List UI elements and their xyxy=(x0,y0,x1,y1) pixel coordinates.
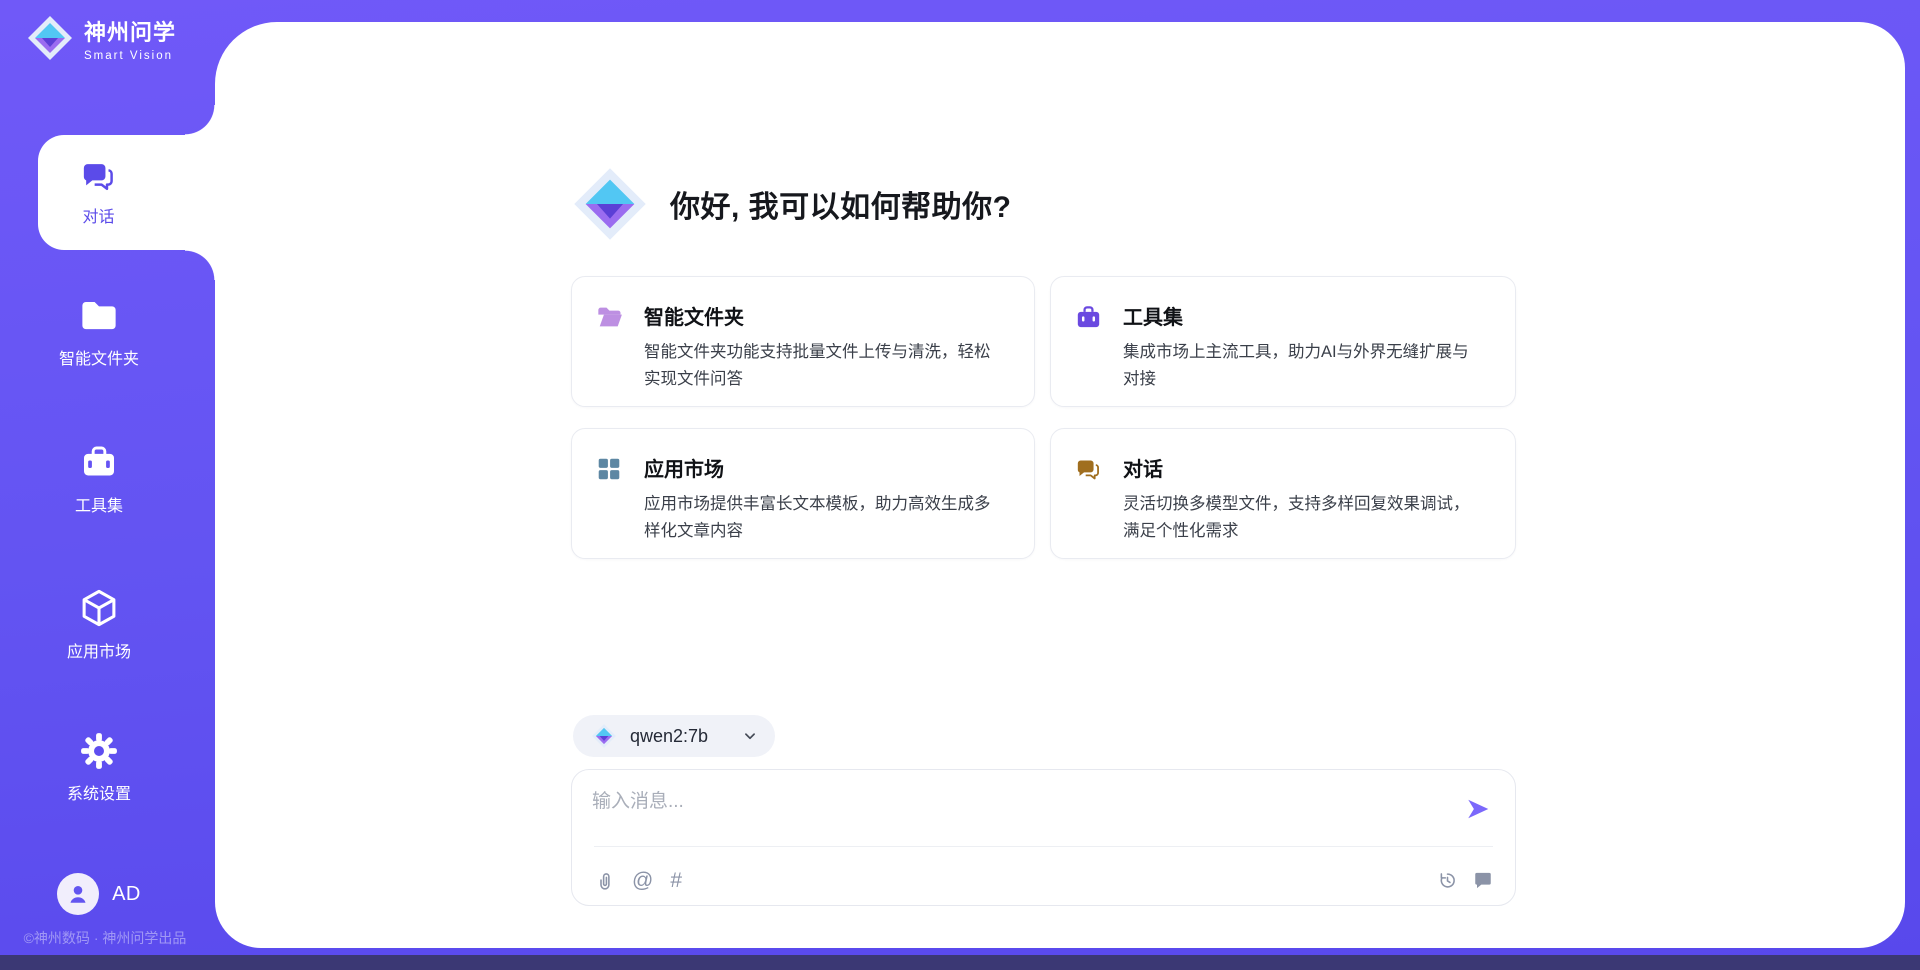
toolbar-left: @ # xyxy=(594,870,682,891)
brand-text: 神州问学 Smart Vision xyxy=(84,15,176,62)
user-profile[interactable]: AD xyxy=(0,872,198,916)
tab-curve-bottom xyxy=(185,250,215,280)
greeting: 你好, 我可以如何帮助你? xyxy=(571,165,1516,243)
card-chat[interactable]: 对话 灵活切换多模型文件，支持多样回复效果调试，满足个性化需求 xyxy=(1050,428,1516,559)
user-name: AD xyxy=(112,883,141,906)
card-title: 对话 xyxy=(1123,453,1485,482)
conversations-button[interactable] xyxy=(1473,870,1493,890)
sidebar-item-label: 工具集 xyxy=(0,492,198,516)
message-input[interactable] xyxy=(592,786,1432,836)
chat-icon xyxy=(1075,456,1102,483)
tab-curve-top xyxy=(185,105,215,135)
card-description: 应用市场提供丰富长文本模板，助力高效生成多样化文章内容 xyxy=(644,491,1004,544)
attach-button[interactable] xyxy=(594,870,615,891)
sidebar-item-label: 系统设置 xyxy=(0,780,198,804)
model-selector[interactable]: qwen2:7b xyxy=(573,715,775,757)
logo-diamond-icon xyxy=(571,165,649,243)
history-button[interactable] xyxy=(1437,870,1458,891)
cube-icon xyxy=(78,587,120,629)
sidebar-item-label: 对话 xyxy=(82,203,114,227)
folder-icon xyxy=(78,296,120,336)
send-icon xyxy=(1465,796,1491,822)
main-content: 你好, 我可以如何帮助你? 智能文件夹 智能文件夹功能支持批量文件上传与清洗，轻… xyxy=(571,165,1516,906)
paperclip-icon xyxy=(594,870,615,891)
toolbar-right xyxy=(1437,870,1493,891)
chat-bubble-icon xyxy=(1473,870,1493,890)
message-input-box: @ # xyxy=(571,769,1516,906)
model-name: qwen2:7b xyxy=(630,726,708,747)
brand-logo-diamond-icon xyxy=(26,14,74,62)
sidebar-item-chat[interactable]: 对话 xyxy=(38,135,215,250)
folder-open-icon xyxy=(596,304,624,330)
card-smart-folder[interactable]: 智能文件夹 智能文件夹功能支持批量文件上传与清洗，轻松实现文件问答 xyxy=(571,276,1035,407)
card-description: 集成市场上主流工具，助力AI与外界无缝扩展与对接 xyxy=(1123,339,1485,392)
footer-credit: ©神州数码 · 神州问学出品 xyxy=(0,928,210,948)
greeting-title: 你好, 我可以如何帮助你? xyxy=(670,182,1012,226)
chevron-down-icon xyxy=(741,727,759,745)
card-title: 工具集 xyxy=(1123,301,1485,330)
sidebar-item-settings[interactable]: 系统设置 xyxy=(0,731,198,804)
briefcase-icon xyxy=(79,443,119,483)
topic-button[interactable]: # xyxy=(670,870,682,891)
briefcase-icon xyxy=(1075,304,1102,331)
main-panel: 你好, 我可以如何帮助你? 智能文件夹 智能文件夹功能支持批量文件上传与清洗，轻… xyxy=(215,22,1905,948)
chat-icon xyxy=(80,158,117,195)
brand-name: 神州问学 xyxy=(84,15,176,47)
feature-cards: 智能文件夹 智能文件夹功能支持批量文件上传与清洗，轻松实现文件问答 工具集 集成… xyxy=(571,276,1516,559)
card-app-market[interactable]: 应用市场 应用市场提供丰富长文本模板，助力高效生成多样化文章内容 xyxy=(571,428,1035,559)
sidebar-item-label: 应用市场 xyxy=(0,638,198,662)
sidebar-item-app-market[interactable]: 应用市场 xyxy=(0,587,198,662)
avatar xyxy=(57,873,99,915)
gear-icon xyxy=(79,731,119,771)
card-description: 智能文件夹功能支持批量文件上传与清洗，轻松实现文件问答 xyxy=(644,339,1004,392)
brand: 神州问学 Smart Vision xyxy=(26,14,176,62)
grid-icon xyxy=(596,456,622,482)
sidebar-item-smart-folder[interactable]: 智能文件夹 xyxy=(0,296,198,369)
mention-button[interactable]: @ xyxy=(632,870,653,891)
card-title: 应用市场 xyxy=(644,453,1004,482)
brand-subtitle: Smart Vision xyxy=(84,50,176,62)
sidebar: 神州问学 Smart Vision 对话 智能文件夹 工具集 应用市场 xyxy=(0,0,215,970)
divider xyxy=(594,846,1493,847)
card-description: 灵活切换多模型文件，支持多样回复效果调试，满足个性化需求 xyxy=(1123,491,1485,544)
bottom-edge-bar xyxy=(0,955,1920,970)
person-icon xyxy=(66,882,90,906)
composer: qwen2:7b xyxy=(571,715,1516,906)
card-title: 智能文件夹 xyxy=(644,301,1004,330)
sidebar-item-label: 智能文件夹 xyxy=(0,345,198,369)
input-toolbar: @ # xyxy=(594,862,1493,898)
send-button[interactable] xyxy=(1465,796,1491,822)
history-icon xyxy=(1437,870,1458,891)
logo-diamond-icon xyxy=(591,723,617,749)
sidebar-item-toolset[interactable]: 工具集 xyxy=(0,443,198,516)
card-toolset[interactable]: 工具集 集成市场上主流工具，助力AI与外界无缝扩展与对接 xyxy=(1050,276,1516,407)
